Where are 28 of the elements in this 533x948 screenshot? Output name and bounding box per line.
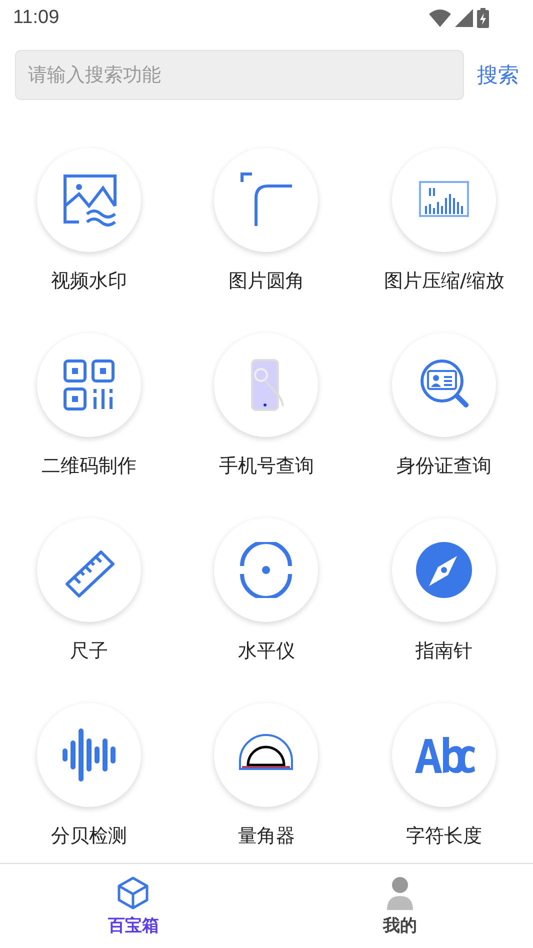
rounded-corner-icon bbox=[238, 172, 294, 228]
cube-icon bbox=[117, 876, 150, 910]
search-link[interactable]: 搜索 bbox=[477, 61, 519, 89]
search-field[interactable]: 请输入搜索功能 bbox=[15, 50, 464, 100]
tool-label: 手机号查询 bbox=[218, 454, 314, 479]
tool-label: 量角器 bbox=[238, 824, 295, 849]
tool-label: 图片压缩/缩放 bbox=[384, 269, 504, 294]
person-icon bbox=[384, 876, 415, 910]
nav-tab[interactable]: 百宝箱 bbox=[0, 864, 266, 948]
image-icon bbox=[60, 172, 117, 228]
signal-icon bbox=[455, 8, 473, 26]
tool-label: 二维码制作 bbox=[41, 454, 136, 479]
tool-label: 身份证查询 bbox=[396, 454, 492, 479]
battery-charging-icon bbox=[477, 8, 489, 28]
sound-wave-icon bbox=[60, 727, 117, 783]
qr-code-icon bbox=[60, 357, 117, 413]
tool-label: 水平仪 bbox=[238, 639, 295, 664]
tool-label: 图片圆角 bbox=[228, 269, 304, 294]
tool-label: 视频水印 bbox=[50, 269, 127, 294]
level-icon bbox=[238, 542, 294, 598]
tool-label: 字符长度 bbox=[406, 824, 482, 849]
wifi-icon bbox=[429, 8, 451, 26]
clock-time: 11:09 bbox=[13, 6, 60, 28]
compass-icon bbox=[416, 542, 472, 598]
tool-label: 指南针 bbox=[416, 639, 473, 664]
nav-tab[interactable]: 我的 bbox=[266, 864, 533, 948]
tool-label: 尺子 bbox=[70, 639, 108, 664]
tool-label: 分贝检测 bbox=[50, 824, 127, 849]
